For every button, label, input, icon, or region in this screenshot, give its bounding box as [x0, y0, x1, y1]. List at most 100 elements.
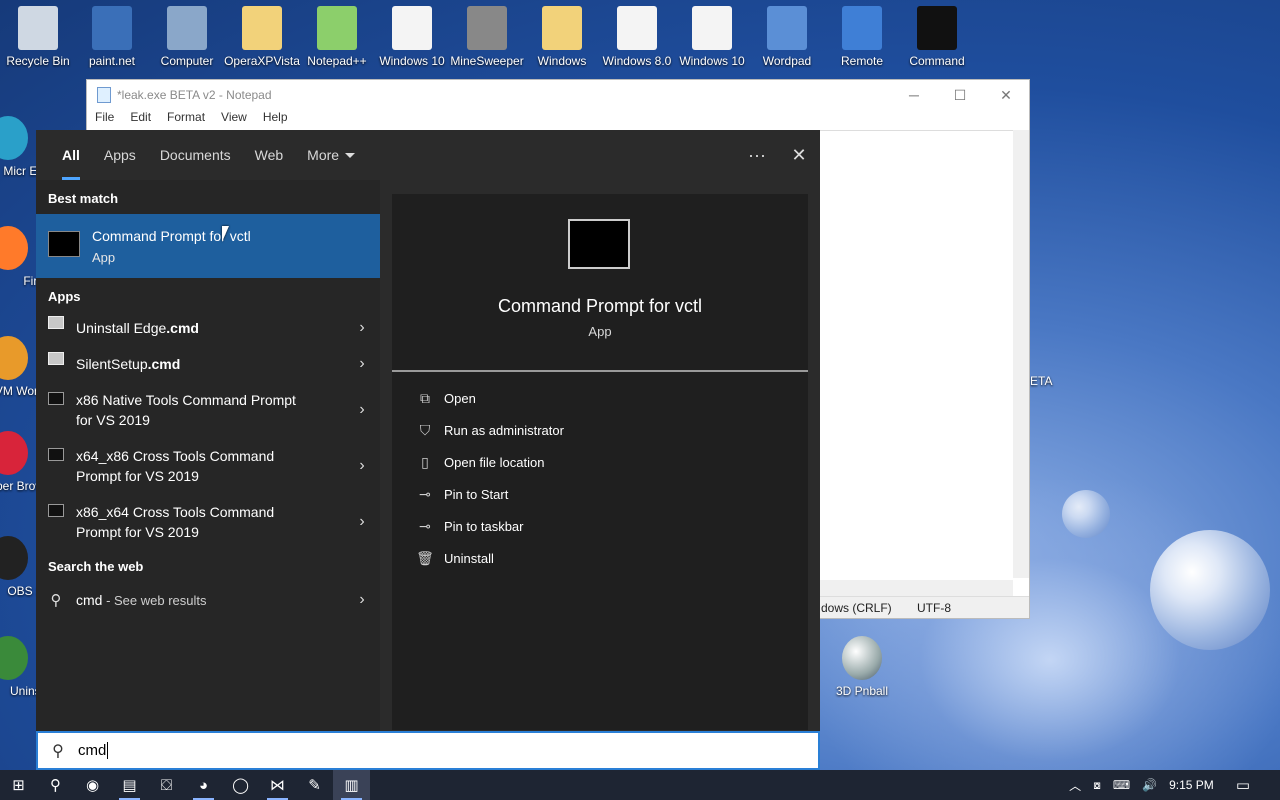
- desktop-icon-label: Command Prompt: [909, 54, 965, 68]
- more-options-icon[interactable]: ···: [736, 130, 778, 180]
- chevron-right-icon[interactable]: ›: [344, 319, 380, 337]
- search-button[interactable]: ⚲: [37, 770, 74, 800]
- desktop-icon[interactable]: Wordpad: [749, 0, 825, 68]
- tab-all[interactable]: All: [50, 130, 92, 180]
- text-caret: [107, 742, 109, 760]
- best-match-header: Best match: [48, 191, 119, 206]
- search-box[interactable]: ⚲ cmd: [36, 731, 820, 770]
- action-pin-to-taskbar[interactable]: ⊸ Pin to taskbar: [416, 518, 523, 535]
- chevron-right-icon[interactable]: ›: [344, 591, 380, 609]
- chevron-right-icon[interactable]: ›: [344, 401, 380, 419]
- desktop-icon[interactable]: Recycle Bin: [0, 0, 76, 68]
- clock[interactable]: 9:15 PM: [1169, 778, 1214, 792]
- app-result-uninstall-edge[interactable]: Uninstall Edge.cmd ›: [36, 312, 380, 344]
- action-run-as-admin[interactable]: ⛉ Run as administrator: [416, 422, 564, 439]
- desktop-icon[interactable]: Remote Desktop: [824, 0, 900, 68]
- edge-button[interactable]: ◉: [74, 770, 111, 800]
- preview-divider: [392, 370, 808, 372]
- app-name-match: .cmd: [166, 320, 199, 336]
- trash-icon: 🗑: [416, 550, 434, 566]
- console-icon: [568, 219, 630, 269]
- action-pin-to-start[interactable]: ⊸ Pin to Start: [416, 486, 508, 503]
- menu-view[interactable]: View: [221, 110, 247, 130]
- desktop-icon-pinball[interactable]: 3D Pnball: [824, 630, 900, 698]
- folder-icon: [542, 6, 582, 50]
- tray-keyboard-icon[interactable]: ⌨: [1113, 778, 1130, 792]
- best-match-result[interactable]: Command Prompt for vctl App: [36, 214, 380, 278]
- menu-help[interactable]: Help: [263, 110, 288, 130]
- opera-icon: ◯: [232, 777, 249, 794]
- store-button[interactable]: ⛋: [148, 770, 185, 800]
- windows-icon: ⊞: [12, 777, 25, 794]
- wallpaper-sphere: [1062, 490, 1110, 538]
- desktop-icon-label: Remote Desktop: [840, 54, 884, 68]
- vertical-scrollbar[interactable]: [1013, 130, 1029, 578]
- web-header: Search the web: [48, 559, 144, 574]
- close-button[interactable]: ✕: [983, 80, 1029, 110]
- desktop-icon[interactable]: MineSweeper: [449, 0, 525, 68]
- taskbar: ⊞ ⚲ ◉ ▤ ⛋ ◕ ◯ ⋈ ✎ ▥ ︿ ⧇ ⌨ 🔊 9:15 PM ▭: [0, 770, 1280, 800]
- desktop-icon[interactable]: Windows 10 11 K...: [374, 0, 450, 68]
- desktop-partial-label: ETA: [1030, 374, 1053, 388]
- action-label: Open: [444, 391, 476, 406]
- action-open-file-location[interactable]: ▯ Open file location: [416, 454, 544, 471]
- action-label: Pin to Start: [444, 487, 509, 502]
- close-icon[interactable]: ✕: [778, 130, 820, 180]
- app-result-silentsetup[interactable]: SilentSetup.cmd ›: [36, 348, 380, 380]
- search-icon: ⚲: [52, 742, 64, 760]
- desktop-icon[interactable]: Windows 8.0: [599, 0, 675, 68]
- pin-icon: ⊸: [419, 518, 431, 534]
- menu-file[interactable]: File: [95, 110, 114, 130]
- app-button[interactable]: ✎: [296, 770, 333, 800]
- action-label: Open file location: [444, 455, 545, 470]
- notepad-button[interactable]: ▥: [333, 770, 370, 800]
- file-location-icon: ▯: [421, 454, 429, 470]
- results-list: Best match Command Prompt for vctl App A…: [36, 180, 380, 732]
- tab-documents[interactable]: Documents: [148, 130, 243, 180]
- remote-desktop-icon: [842, 6, 882, 50]
- desktop-icon[interactable]: OperaXPVista: [224, 0, 300, 68]
- app-name-line1: x86_x64 Cross Tools Command: [76, 504, 275, 520]
- opera-button[interactable]: ◯: [222, 770, 259, 800]
- desktop-icon[interactable]: Notepad++: [299, 0, 375, 68]
- notepad-title-bar[interactable]: *leak.exe BETA v2 - Notepad: [87, 80, 1029, 110]
- open-icon: ⧉: [420, 390, 430, 406]
- chevron-right-icon[interactable]: ›: [344, 513, 380, 531]
- action-label: Uninstall: [444, 551, 494, 566]
- app-name-line1: x64_x86 Cross Tools Command: [76, 448, 275, 464]
- notifications-icon[interactable]: ▭: [1236, 776, 1250, 794]
- tab-more[interactable]: More: [295, 130, 367, 180]
- cmd-file-icon: [48, 352, 64, 365]
- desktop-icon[interactable]: Windows 10 1909: [674, 0, 750, 68]
- app-result-x64-x86[interactable]: x64_x86 Cross Tools Command Prompt for VS…: [36, 444, 380, 488]
- tab-web[interactable]: Web: [243, 130, 296, 180]
- chevron-right-icon[interactable]: ›: [344, 355, 380, 373]
- app-result-x86-x64[interactable]: x86_x64 Cross Tools Command Prompt for VS…: [36, 500, 380, 544]
- search-input[interactable]: cmd: [78, 742, 109, 760]
- tray-volume-icon[interactable]: 🔊: [1142, 778, 1157, 792]
- firefox-button[interactable]: ◕: [185, 770, 222, 800]
- desktop-icon[interactable]: Computer Management: [149, 0, 225, 68]
- desktop-icon[interactable]: paint.net: [74, 0, 150, 68]
- minimize-button[interactable]: ─: [891, 80, 937, 110]
- desktop-icon[interactable]: Windows Vista: [524, 0, 600, 68]
- explorer-button[interactable]: ▤: [111, 770, 148, 800]
- vs-button[interactable]: ⋈: [259, 770, 296, 800]
- action-open[interactable]: ⧉ Open: [416, 390, 476, 407]
- desktop-icon[interactable]: Command Prompt: [899, 0, 975, 68]
- app-result-x86-native[interactable]: x86 Native Tools Command Prompt for VS 20…: [36, 388, 380, 432]
- web-result[interactable]: ⚲ cmd - See web results ›: [36, 584, 380, 616]
- tray-network-icon[interactable]: ⧇: [1093, 778, 1101, 793]
- notepad-title: *leak.exe BETA v2 - Notepad: [117, 88, 272, 102]
- action-uninstall[interactable]: 🗑 Uninstall: [416, 550, 494, 567]
- tab-apps[interactable]: Apps: [92, 130, 148, 180]
- tab-label: Apps: [103, 147, 136, 163]
- menu-format[interactable]: Format: [167, 110, 205, 130]
- start-button[interactable]: ⊞: [0, 770, 37, 800]
- uninstall-icon: [0, 636, 28, 680]
- chevron-right-icon[interactable]: ›: [344, 457, 380, 475]
- menu-edit[interactable]: Edit: [130, 110, 151, 130]
- mine-icon: [467, 6, 507, 50]
- tray-chevron-icon[interactable]: ︿: [1069, 777, 1081, 794]
- maximize-button[interactable]: ☐: [937, 80, 983, 110]
